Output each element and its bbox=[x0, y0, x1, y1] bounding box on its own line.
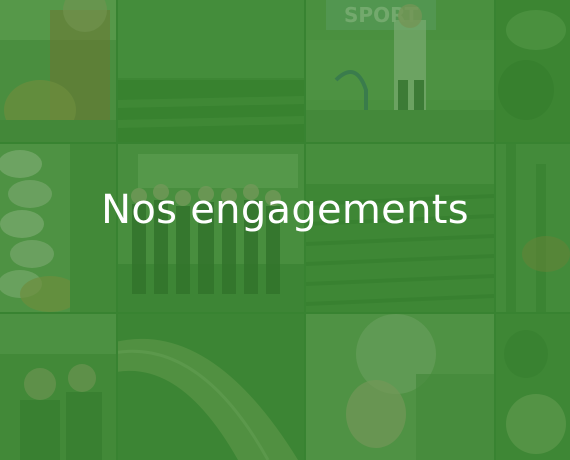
engagements-banner[interactable]: SPORT bbox=[0, 0, 570, 460]
banner-title[interactable]: Nos engagements bbox=[0, 182, 570, 238]
